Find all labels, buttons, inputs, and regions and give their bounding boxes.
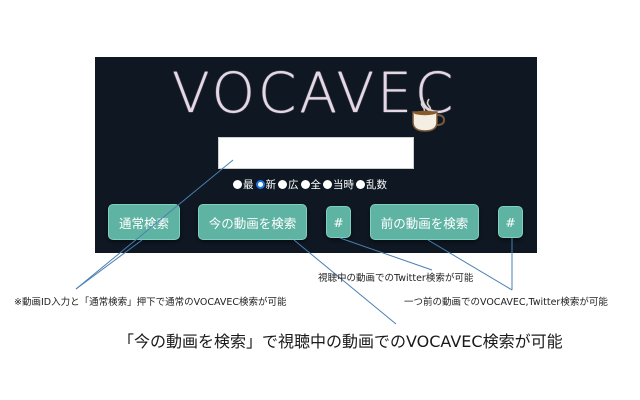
radio-option-at-the-time[interactable]: 当時: [323, 177, 354, 192]
radio-option-new[interactable]: 新: [255, 177, 277, 192]
search-current-video-button[interactable]: 今の動画を検索: [198, 204, 307, 240]
radio-button-icon[interactable]: [278, 179, 287, 189]
normal-search-note: ※動画ID入力と「通常検索」押下で通常のVOCAVEC検索が可能: [14, 297, 287, 308]
radio-button-icon[interactable]: [356, 179, 365, 189]
radio-option-all[interactable]: 全: [300, 177, 322, 192]
radio-button-icon[interactable]: [300, 179, 310, 189]
search-mode-radio-group: 最 新 広 全 当時 乱数: [233, 177, 388, 191]
coffee-cup-icon: [412, 98, 446, 132]
previous-video-note: 一つ前の動画でのVOCAVEC,Twitter検索が可能: [404, 297, 608, 308]
radio-button-checked-icon[interactable]: [255, 179, 265, 189]
radio-label: 最: [243, 178, 254, 191]
current-search-note: 「今の動画を検索」で視聴中の動画でのVOCAVEC検索が可能: [118, 332, 563, 351]
radio-label: 新: [265, 178, 277, 191]
radio-button-icon[interactable]: [323, 179, 332, 189]
video-id-input[interactable]: [218, 137, 414, 169]
radio-button-icon[interactable]: [233, 179, 242, 189]
radio-label: 乱数: [366, 178, 387, 191]
radio-option-most[interactable]: 最: [233, 177, 254, 192]
radio-option-random[interactable]: 乱数: [356, 177, 387, 192]
radio-label: 当時: [333, 178, 354, 191]
normal-search-button[interactable]: 通常検索: [108, 204, 180, 240]
twitter-search-previous-button[interactable]: #: [498, 206, 523, 238]
twitter-search-current-button[interactable]: #: [326, 206, 351, 238]
radio-option-wide[interactable]: 広: [278, 177, 299, 192]
radio-label: 全: [310, 178, 322, 191]
search-previous-video-button[interactable]: 前の動画を検索: [370, 204, 479, 240]
radio-label: 広: [288, 178, 299, 191]
twitter-current-note: 視聴中の動画でのTwitter検索が可能: [318, 273, 474, 284]
